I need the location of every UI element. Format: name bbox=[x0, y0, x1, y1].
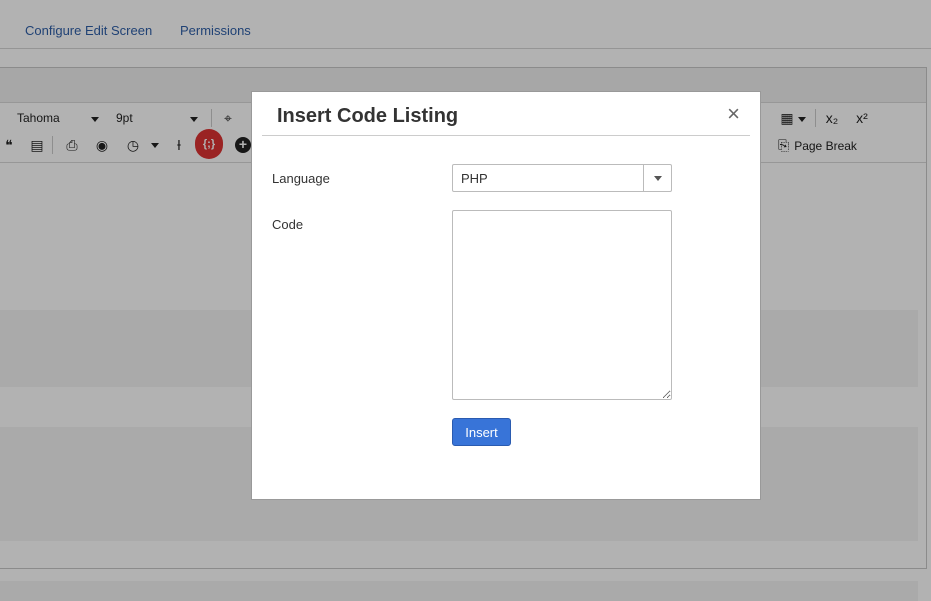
code-label: Code bbox=[272, 217, 304, 232]
dialog-header: Insert Code Listing × bbox=[262, 92, 750, 136]
language-select-value: PHP bbox=[461, 171, 488, 186]
page: Configure Edit Screen Permissions Tahoma… bbox=[0, 0, 931, 601]
insert-button[interactable]: Insert bbox=[452, 418, 511, 446]
language-dropdown-toggle[interactable] bbox=[643, 165, 671, 191]
language-select[interactable]: PHP bbox=[452, 164, 672, 192]
chevron-down-icon bbox=[653, 175, 662, 181]
dialog-title: Insert Code Listing bbox=[277, 105, 459, 127]
insert-code-listing-dialog: Insert Code Listing × Language PHP Code … bbox=[251, 91, 761, 500]
language-label: Language bbox=[272, 171, 330, 186]
code-textarea[interactable] bbox=[452, 210, 672, 400]
close-icon[interactable]: × bbox=[727, 103, 740, 125]
